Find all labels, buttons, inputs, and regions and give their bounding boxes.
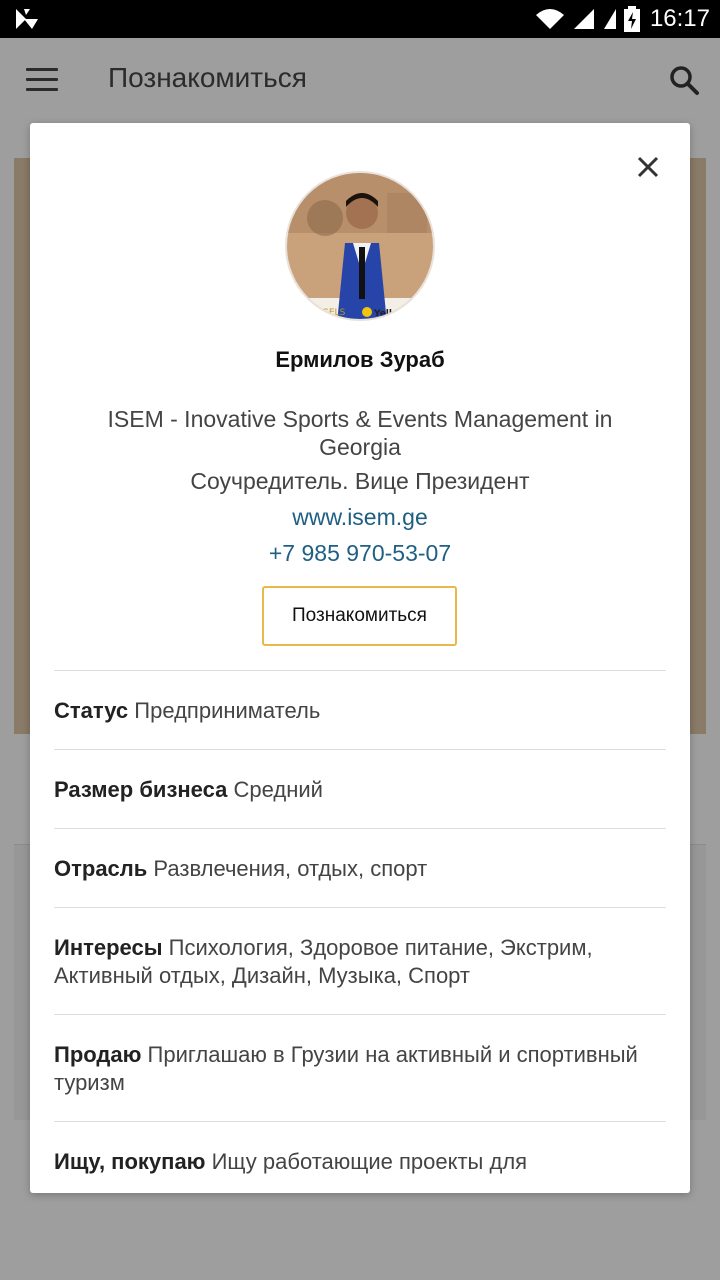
detail-row-industry: Отрасль Развлечения, отдых, спорт — [54, 828, 666, 907]
app-bar-title: Познакомиться — [108, 62, 307, 93]
app-notification-icon — [16, 9, 38, 29]
profile-details-list: Статус Предприниматель Размер бизнеса Ср… — [54, 670, 666, 1193]
connect-button[interactable]: Познакомиться — [262, 586, 457, 646]
signal-icon — [603, 9, 616, 29]
detail-value: Приглашаю в Грузии на активный и спортив… — [54, 1042, 638, 1095]
profile-website-link[interactable]: www.isem.ge — [30, 504, 690, 531]
menu-icon[interactable] — [26, 68, 58, 92]
profile-dialog: ANGELS Yellow Ермилов Зураб ISEM - Inova… — [30, 123, 690, 1193]
clock: 16:17 — [649, 5, 710, 32]
detail-label: Размер бизнеса — [54, 777, 228, 802]
detail-value: Предприниматель — [134, 698, 321, 723]
detail-row-looking-for: Ищу, покупаю Ищу работающие проекты для — [54, 1121, 666, 1193]
search-icon[interactable] — [668, 64, 700, 96]
app-bar: Познакомиться — [0, 38, 720, 124]
avatar-photo: ANGELS Yellow — [287, 173, 433, 319]
profile-name: Ермилов Зураб — [275, 347, 445, 372]
profile-phone-link[interactable]: +7 985 970-53-07 — [30, 540, 690, 567]
battery-charging-icon — [623, 6, 640, 32]
detail-label: Продаю — [54, 1042, 142, 1067]
detail-label: Статус — [54, 698, 129, 723]
detail-row-business-size: Размер бизнеса Средний — [54, 749, 666, 828]
detail-label: Интересы — [54, 935, 163, 960]
detail-label: Ищу, покупаю — [54, 1149, 206, 1174]
detail-row-status: Статус Предприниматель — [54, 670, 666, 749]
detail-row-interests: Интересы Психология, Здоровое питание, Э… — [54, 907, 666, 1014]
profile-position: Соучредитель. Вице Президент — [190, 468, 530, 494]
avatar: ANGELS Yellow — [285, 171, 435, 321]
detail-value: Ищу работающие проекты для — [211, 1149, 528, 1174]
profile-company: ISEM - Inovative Sports & Events Managem… — [107, 406, 613, 460]
signal-icon — [573, 9, 594, 29]
close-icon[interactable] — [636, 155, 660, 179]
detail-value: Развлечения, отдых, спорт — [153, 856, 428, 881]
detail-value: Средний — [233, 777, 323, 802]
avatar-text-right: Yellow — [373, 309, 406, 319]
detail-label: Отрасль — [54, 856, 148, 881]
status-bar: 16:17 — [0, 0, 720, 38]
avatar-text-left: ANGELS — [309, 308, 346, 318]
detail-row-selling: Продаю Приглашаю в Грузии на активный и … — [54, 1014, 666, 1121]
wifi-icon — [535, 9, 564, 29]
